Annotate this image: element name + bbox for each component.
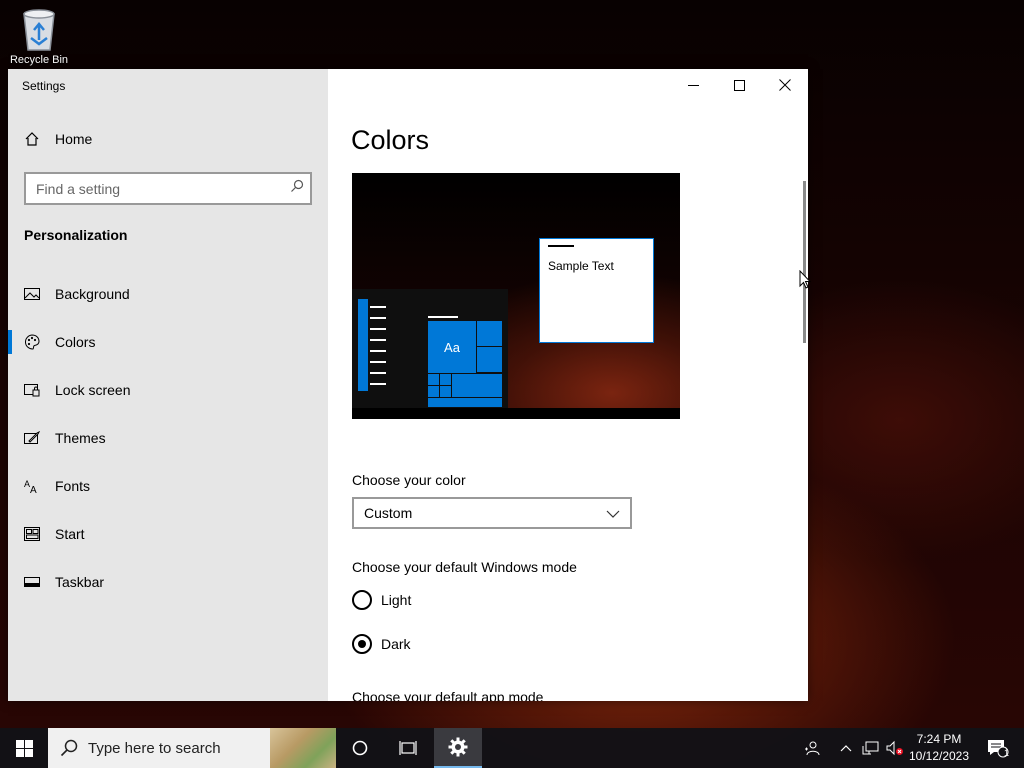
preview-tile bbox=[428, 386, 439, 397]
sidebar-item-label: Themes bbox=[55, 430, 106, 446]
settings-window: Settings Home Personalization Background bbox=[8, 69, 808, 701]
preview-tiles-header bbox=[428, 316, 458, 318]
sidebar-item-themes[interactable]: Themes bbox=[8, 414, 328, 462]
svg-text:A: A bbox=[30, 485, 37, 494]
preview-tile bbox=[477, 321, 502, 346]
app-mode-label: Choose your default app mode bbox=[352, 689, 544, 701]
find-setting-input[interactable] bbox=[36, 180, 276, 197]
sidebar-item-label: Colors bbox=[55, 334, 96, 350]
radio-circle-checked[interactable] bbox=[352, 634, 372, 654]
show-hidden-icons-button[interactable] bbox=[836, 728, 856, 768]
palette-icon bbox=[24, 334, 40, 350]
windows-mode-label: Choose your default Windows mode bbox=[352, 559, 577, 575]
preview-sample-window: Sample Text bbox=[539, 238, 654, 343]
radio-dark[interactable]: Dark bbox=[352, 634, 411, 654]
chevron-up-icon bbox=[840, 745, 852, 752]
home-icon bbox=[24, 131, 40, 147]
mouse-cursor-icon bbox=[799, 269, 812, 295]
action-center-button[interactable]: 1 bbox=[978, 728, 1018, 768]
start-button[interactable] bbox=[0, 728, 48, 768]
choose-color-value: Custom bbox=[364, 505, 413, 521]
personalization-nav: Background Colors Lock screen Themes A A… bbox=[8, 270, 328, 606]
radio-circle[interactable] bbox=[352, 590, 372, 610]
sidebar-item-colors[interactable]: Colors bbox=[8, 318, 328, 366]
home-label: Home bbox=[55, 131, 93, 147]
chevron-down-icon bbox=[606, 505, 620, 521]
preview-tile bbox=[452, 374, 502, 397]
fonts-icon: AA bbox=[24, 478, 40, 494]
taskbar-icon bbox=[24, 574, 40, 590]
cortana-button[interactable] bbox=[336, 728, 384, 768]
preview-tile bbox=[428, 398, 502, 407]
radio-dark-label: Dark bbox=[381, 636, 411, 652]
radio-light-label: Light bbox=[381, 592, 412, 608]
recycle-bin-desktop-icon[interactable]: Recycle Bin bbox=[6, 6, 72, 66]
preview-sample-text: Sample Text bbox=[548, 259, 614, 273]
search-highlight-image bbox=[270, 728, 336, 768]
sidebar-item-label: Lock screen bbox=[55, 382, 131, 398]
notification-count: 1 bbox=[1004, 748, 1010, 758]
preview-taskbar bbox=[352, 408, 680, 419]
recycle-bin-label: Recycle Bin bbox=[9, 54, 69, 66]
sidebar-item-label: Start bbox=[55, 526, 85, 542]
color-preview: Aa Sample Text bbox=[352, 173, 680, 419]
people-icon bbox=[805, 741, 820, 756]
choose-color-dropdown[interactable]: Custom bbox=[352, 497, 632, 529]
themes-icon bbox=[24, 430, 40, 446]
preview-tile bbox=[440, 386, 451, 397]
clock-date: 10/12/2023 bbox=[908, 749, 970, 763]
sidebar-item-lock-screen[interactable]: Lock screen bbox=[8, 366, 328, 414]
taskbar-clock[interactable]: 7:24 PM 10/12/2023 bbox=[904, 731, 974, 765]
cortana-icon bbox=[352, 740, 368, 756]
settings-taskbar-button[interactable] bbox=[434, 728, 482, 768]
preview-tile bbox=[428, 374, 439, 385]
section-heading: Personalization bbox=[24, 227, 128, 243]
volume-button[interactable] bbox=[884, 728, 906, 768]
sidebar: Settings Home Personalization Background bbox=[8, 69, 328, 701]
clock-time: 7:24 PM bbox=[916, 732, 962, 746]
lock-screen-icon bbox=[24, 382, 40, 398]
find-setting-search[interactable] bbox=[24, 172, 312, 205]
start-icon bbox=[24, 526, 40, 542]
radio-light[interactable]: Light bbox=[352, 590, 411, 610]
preview-tile bbox=[477, 347, 502, 372]
gear-icon bbox=[448, 737, 468, 757]
home-nav-item[interactable]: Home bbox=[24, 131, 92, 147]
sidebar-item-fonts[interactable]: AA Fonts bbox=[8, 462, 328, 510]
preview-aa-tile: Aa bbox=[428, 321, 476, 373]
picture-icon bbox=[24, 286, 40, 302]
main-content: Colors Aa Sample Text Choose your color … bbox=[328, 69, 808, 701]
preview-window-bar bbox=[548, 245, 574, 247]
sidebar-item-start[interactable]: Start bbox=[8, 510, 328, 558]
sidebar-item-background[interactable]: Background bbox=[8, 270, 328, 318]
preview-start-list-icon bbox=[358, 299, 386, 391]
network-icon bbox=[862, 741, 879, 755]
page-title: Colors bbox=[351, 125, 430, 155]
choose-color-label: Choose your color bbox=[352, 472, 466, 488]
sidebar-item-label: Fonts bbox=[55, 478, 91, 494]
network-button[interactable] bbox=[860, 728, 882, 768]
people-button[interactable] bbox=[800, 728, 824, 768]
window-title: Settings bbox=[22, 79, 66, 93]
taskbar-search-placeholder: Type here to search bbox=[88, 739, 221, 757]
sidebar-item-label: Taskbar bbox=[55, 574, 105, 590]
taskbar: Type here to search 7:24 PM 10/12/2023 1 bbox=[0, 728, 1024, 768]
taskbar-search-box[interactable]: Type here to search bbox=[48, 728, 336, 768]
windows-logo-icon bbox=[15, 739, 33, 757]
task-view-icon bbox=[399, 741, 417, 755]
sidebar-item-taskbar[interactable]: Taskbar bbox=[8, 558, 328, 606]
content-scrollbar[interactable] bbox=[803, 181, 806, 343]
sidebar-item-label: Background bbox=[55, 286, 130, 302]
task-view-button[interactable] bbox=[384, 728, 432, 768]
search-icon bbox=[60, 739, 78, 757]
search-icon bbox=[290, 179, 304, 198]
recycle-bin-icon bbox=[19, 6, 59, 52]
volume-muted-icon bbox=[886, 740, 903, 756]
preview-tile bbox=[440, 374, 451, 385]
